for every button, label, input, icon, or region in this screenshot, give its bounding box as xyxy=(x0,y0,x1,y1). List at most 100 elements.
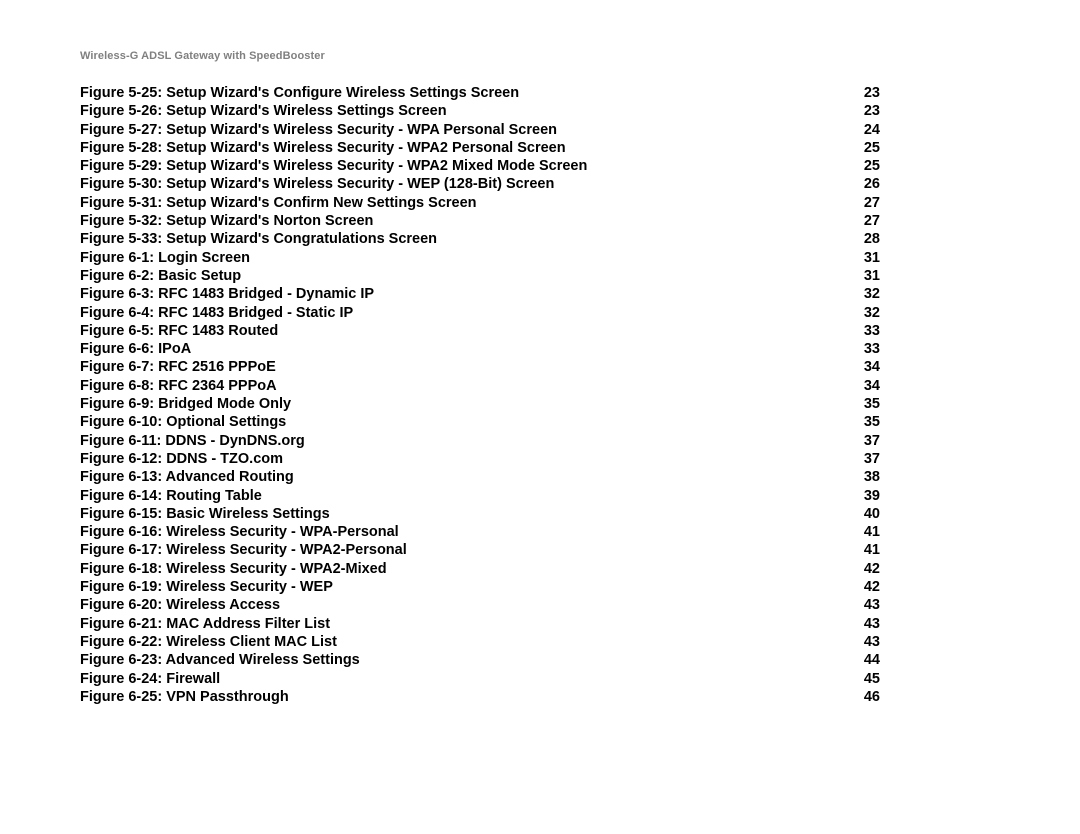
figure-entry: Figure 5-26: Setup Wizard's Wireless Set… xyxy=(80,102,880,120)
figure-title: Figure 6-21: MAC Address Filter List xyxy=(80,615,330,633)
figure-entry: Figure 6-24: Firewall 45 xyxy=(80,670,880,688)
figure-page-number: 28 xyxy=(850,230,880,248)
figure-entry: Figure 6-7: RFC 2516 PPPoE 34 xyxy=(80,358,880,376)
figure-title: Figure 6-1: Login Screen xyxy=(80,249,250,267)
figure-page-number: 31 xyxy=(850,249,880,267)
figure-page-number: 31 xyxy=(850,267,880,285)
figure-title: Figure 5-27: Setup Wizard's Wireless Sec… xyxy=(80,121,557,139)
figure-entry: Figure 6-25: VPN Passthrough 46 xyxy=(80,688,880,706)
figure-page-number: 23 xyxy=(850,84,880,102)
figure-page-number: 45 xyxy=(850,670,880,688)
figure-page-number: 27 xyxy=(850,194,880,212)
figure-entry: Figure 6-6: IPoA 33 xyxy=(80,340,880,358)
figure-entry: Figure 6-23: Advanced Wireless Settings 4… xyxy=(80,651,880,669)
figure-page-number: 39 xyxy=(850,487,880,505)
figure-title: Figure 6-20: Wireless Access xyxy=(80,596,280,614)
figure-page-number: 43 xyxy=(850,633,880,651)
figure-page-number: 24 xyxy=(850,121,880,139)
figure-title: Figure 6-8: RFC 2364 PPPoA xyxy=(80,377,277,395)
page-header: Wireless-G ADSL Gateway with SpeedBooste… xyxy=(80,50,1000,62)
document-page: Wireless-G ADSL Gateway with SpeedBooste… xyxy=(0,0,1080,834)
figure-page-number: 42 xyxy=(850,560,880,578)
figure-entry: Figure 6-8: RFC 2364 PPPoA34 xyxy=(80,377,880,395)
figure-page-number: 37 xyxy=(850,432,880,450)
figure-page-number: 32 xyxy=(850,285,880,303)
figure-page-number: 27 xyxy=(850,212,880,230)
figure-page-number: 43 xyxy=(850,615,880,633)
figure-entry: Figure 6-17: Wireless Security - WPA2-Pe… xyxy=(80,541,880,559)
figure-title: Figure 5-25: Setup Wizard's Configure Wi… xyxy=(80,84,519,102)
figure-title: Figure 6-9: Bridged Mode Only xyxy=(80,395,291,413)
figure-entry: Figure 6-1: Login Screen 31 xyxy=(80,249,880,267)
figure-entry: Figure 6-19: Wireless Security - WEP 42 xyxy=(80,578,880,596)
figure-page-number: 33 xyxy=(850,340,880,358)
figure-entry: Figure 6-13: Advanced Routing 38 xyxy=(80,468,880,486)
figure-page-number: 38 xyxy=(850,468,880,486)
figure-title: Figure 6-14: Routing Table xyxy=(80,487,262,505)
figure-page-number: 33 xyxy=(850,322,880,340)
figure-entry: Figure 6-3: RFC 1483 Bridged - Dynamic I… xyxy=(80,285,880,303)
figure-entry: Figure 5-28: Setup Wizard's Wireless Sec… xyxy=(80,139,880,157)
figure-entry: Figure 6-15: Basic Wireless Settings 40 xyxy=(80,505,880,523)
figure-title: Figure 6-19: Wireless Security - WEP xyxy=(80,578,333,596)
figure-list: Figure 5-25: Setup Wizard's Configure Wi… xyxy=(80,84,880,706)
figure-title: Figure 5-29: Setup Wizard's Wireless Sec… xyxy=(80,157,587,175)
figure-entry: Figure 6-10: Optional Settings 35 xyxy=(80,413,880,431)
figure-title: Figure 6-15: Basic Wireless Settings xyxy=(80,505,330,523)
figure-entry: Figure 5-32: Setup Wizard's Norton Scree… xyxy=(80,212,880,230)
figure-title: Figure 6-22: Wireless Client MAC List xyxy=(80,633,337,651)
figure-entry: Figure 6-14: Routing Table 39 xyxy=(80,487,880,505)
figure-title: Figure 6-6: IPoA xyxy=(80,340,191,358)
figure-page-number: 43 xyxy=(850,596,880,614)
figure-entry: Figure 6-21: MAC Address Filter List 43 xyxy=(80,615,880,633)
figure-entry: Figure 5-27: Setup Wizard's Wireless Sec… xyxy=(80,121,880,139)
figure-title: Figure 5-28: Setup Wizard's Wireless Sec… xyxy=(80,139,566,157)
figure-title: Figure 6-25: VPN Passthrough xyxy=(80,688,289,706)
figure-entry: Figure 6-2: Basic Setup 31 xyxy=(80,267,880,285)
figure-entry: Figure 6-16: Wireless Security - WPA-Per… xyxy=(80,523,880,541)
figure-page-number: 23 xyxy=(850,102,880,120)
figure-title: Figure 6-5: RFC 1483 Routed xyxy=(80,322,278,340)
figure-entry: Figure 5-25: Setup Wizard's Configure Wi… xyxy=(80,84,880,102)
figure-title: Figure 6-11: DDNS - DynDNS.org xyxy=(80,432,305,450)
figure-title: Figure 6-23: Advanced Wireless Settings xyxy=(80,651,360,669)
figure-title: Figure 6-24: Firewall xyxy=(80,670,220,688)
figure-entry: Figure 5-31: Setup Wizard's Confirm New … xyxy=(80,194,880,212)
figure-title: Figure 6-2: Basic Setup xyxy=(80,267,241,285)
figure-entry: Figure 5-33: Setup Wizard's Congratulati… xyxy=(80,230,880,248)
figure-title: Figure 6-3: RFC 1483 Bridged - Dynamic I… xyxy=(80,285,374,303)
figure-title: Figure 6-13: Advanced Routing xyxy=(80,468,294,486)
figure-title: Figure 6-7: RFC 2516 PPPoE xyxy=(80,358,276,376)
figure-entry: Figure 5-29: Setup Wizard's Wireless Sec… xyxy=(80,157,880,175)
figure-page-number: 41 xyxy=(850,523,880,541)
figure-entry: Figure 6-11: DDNS - DynDNS.org 37 xyxy=(80,432,880,450)
figure-page-number: 41 xyxy=(850,541,880,559)
figure-page-number: 40 xyxy=(850,505,880,523)
figure-page-number: 46 xyxy=(850,688,880,706)
figure-title: Figure 5-30: Setup Wizard's Wireless Sec… xyxy=(80,175,554,193)
figure-title: Figure 5-32: Setup Wizard's Norton Scree… xyxy=(80,212,373,230)
figure-title: Figure 5-26: Setup Wizard's Wireless Set… xyxy=(80,102,447,120)
figure-page-number: 32 xyxy=(850,304,880,322)
figure-page-number: 37 xyxy=(850,450,880,468)
figure-entry: Figure 6-5: RFC 1483 Routed 33 xyxy=(80,322,880,340)
figure-title: Figure 6-12: DDNS - TZO.com xyxy=(80,450,283,468)
figure-entry: Figure 6-18: Wireless Security - WPA2-Mi… xyxy=(80,560,880,578)
figure-title: Figure 5-31: Setup Wizard's Confirm New … xyxy=(80,194,477,212)
figure-page-number: 44 xyxy=(850,651,880,669)
figure-page-number: 26 xyxy=(850,175,880,193)
figure-title: Figure 6-18: Wireless Security - WPA2-Mi… xyxy=(80,560,387,578)
figure-entry: Figure 6-4: RFC 1483 Bridged - Static IP… xyxy=(80,304,880,322)
figure-page-number: 35 xyxy=(850,413,880,431)
figure-page-number: 25 xyxy=(850,157,880,175)
figure-title: Figure 6-10: Optional Settings xyxy=(80,413,286,431)
figure-title: Figure 6-4: RFC 1483 Bridged - Static IP xyxy=(80,304,353,322)
figure-entry: Figure 6-12: DDNS - TZO.com 37 xyxy=(80,450,880,468)
figure-title: Figure 5-33: Setup Wizard's Congratulati… xyxy=(80,230,437,248)
figure-page-number: 25 xyxy=(850,139,880,157)
figure-page-number: 34 xyxy=(850,358,880,376)
figure-entry: Figure 5-30: Setup Wizard's Wireless Sec… xyxy=(80,175,880,193)
figure-page-number: 35 xyxy=(850,395,880,413)
figure-entry: Figure 6-22: Wireless Client MAC List 43 xyxy=(80,633,880,651)
figure-page-number: 42 xyxy=(850,578,880,596)
